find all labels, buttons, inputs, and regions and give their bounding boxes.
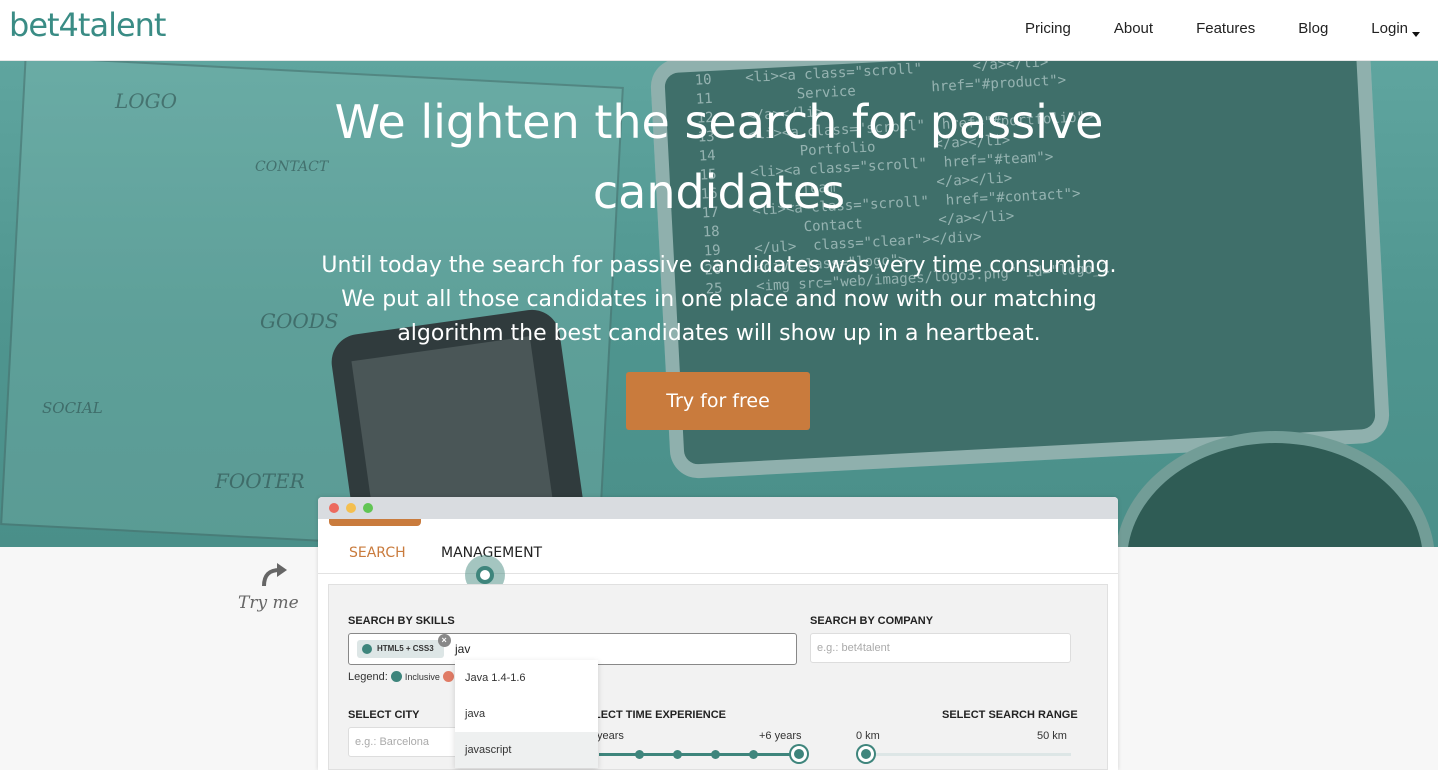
minimize-dot-icon	[346, 503, 356, 513]
time-slider-track[interactable]	[599, 753, 799, 756]
hero-subtitle-line2: We put all those candidates in one place…	[341, 287, 1097, 312]
search-by-skills-label: SEARCH BY SKILLS	[348, 615, 455, 627]
nav-login[interactable]: Login	[1371, 20, 1420, 37]
range-slider-knob[interactable]	[858, 746, 874, 762]
select-city-label: SELECT CITY	[348, 709, 420, 721]
time-slider-tick	[673, 750, 682, 759]
hero-title: We lighten the search for passive candid…	[0, 87, 1438, 227]
exclusive-dot-icon	[442, 671, 454, 682]
maximize-dot-icon	[363, 503, 373, 513]
time-slider-tick	[711, 750, 720, 759]
browser-title-bar	[318, 497, 1118, 519]
city-input[interactable]: e.g.: Barcelona	[348, 727, 458, 757]
company-input[interactable]: e.g.: bet4talent	[810, 633, 1071, 663]
search-panel: SEARCH BY SKILLS HTML5 + CSS3 × jav Lege…	[328, 584, 1108, 770]
skill-chip: HTML5 + CSS3 ×	[357, 634, 451, 658]
search-by-company-label: SEARCH BY COMPANY	[810, 615, 934, 627]
brand-logo[interactable]: bet4talent	[9, 6, 166, 44]
tab-divider	[318, 573, 1118, 574]
time-min-label: years	[597, 730, 624, 742]
sketch-social-icon: SOCIAL	[42, 399, 103, 417]
time-slider-tick	[635, 750, 644, 759]
time-max-label: +6 years	[759, 730, 802, 742]
skills-autocomplete: Java 1.4-1.6 java javascript	[455, 660, 598, 768]
legend-label: Legend:	[348, 671, 388, 683]
range-slider-track[interactable]	[863, 753, 1071, 756]
top-nav: bet4talent Pricing About Features Blog L…	[0, 0, 1438, 61]
select-time-experience-label: LECT TIME EXPERIENCE	[594, 709, 727, 721]
demo-browser-window: SEARCH MANAGEMENT SEARCH BY SKILLS HTML5…	[318, 497, 1118, 770]
try-for-free-button[interactable]: Try for free	[626, 372, 810, 430]
chevron-down-icon	[1412, 32, 1420, 37]
remove-chip-icon[interactable]: ×	[437, 634, 451, 647]
nav-about[interactable]: About	[1114, 20, 1153, 37]
legend: Legend: Inclusive	[348, 671, 454, 683]
hero-section: 10 <li><a class="scroll" </a></li> 11 Se…	[0, 61, 1438, 547]
range-min-label: 0 km	[856, 730, 880, 742]
inclusive-dot-icon	[362, 644, 372, 654]
autocomplete-item[interactable]: Java 1.4-1.6	[455, 660, 598, 696]
skill-chip-label: HTML5 + CSS3	[377, 644, 434, 653]
hero-title-line1: We lighten the search for passive	[334, 95, 1104, 149]
nav-blog[interactable]: Blog	[1298, 20, 1328, 37]
time-slider-knob[interactable]	[791, 746, 807, 762]
nav-pricing[interactable]: Pricing	[1025, 20, 1071, 37]
nav-login-label: Login	[1371, 20, 1408, 37]
active-tab-indicator	[329, 519, 421, 526]
try-me-label: Try me	[238, 593, 299, 613]
tab-search[interactable]: SEARCH	[349, 545, 406, 561]
hero-subtitle-line1: Until today the search for passive candi…	[321, 253, 1117, 278]
autocomplete-item[interactable]: java	[455, 696, 598, 732]
curved-arrow-icon	[262, 563, 287, 587]
range-max-label: 50 km	[1037, 730, 1067, 742]
nav-links: Pricing About Features Blog Login	[982, 20, 1420, 37]
legend-inclusive: Inclusive	[404, 672, 440, 682]
sketch-footer-icon: FOOTER	[215, 469, 305, 493]
inclusive-dot-icon	[390, 671, 402, 682]
hero-subtitle-line3: algorithm the best candidates will show …	[397, 321, 1041, 346]
nav-features[interactable]: Features	[1196, 20, 1255, 37]
select-search-range-label: SELECT SEARCH RANGE	[942, 709, 1078, 721]
close-dot-icon	[329, 503, 339, 513]
time-slider-tick	[749, 750, 758, 759]
autocomplete-item[interactable]: javascript	[455, 732, 598, 768]
skills-typed-text: jav	[455, 642, 471, 656]
hero-subtitle: Until today the search for passive candi…	[300, 249, 1138, 351]
hero-title-line2: candidates	[592, 165, 846, 219]
